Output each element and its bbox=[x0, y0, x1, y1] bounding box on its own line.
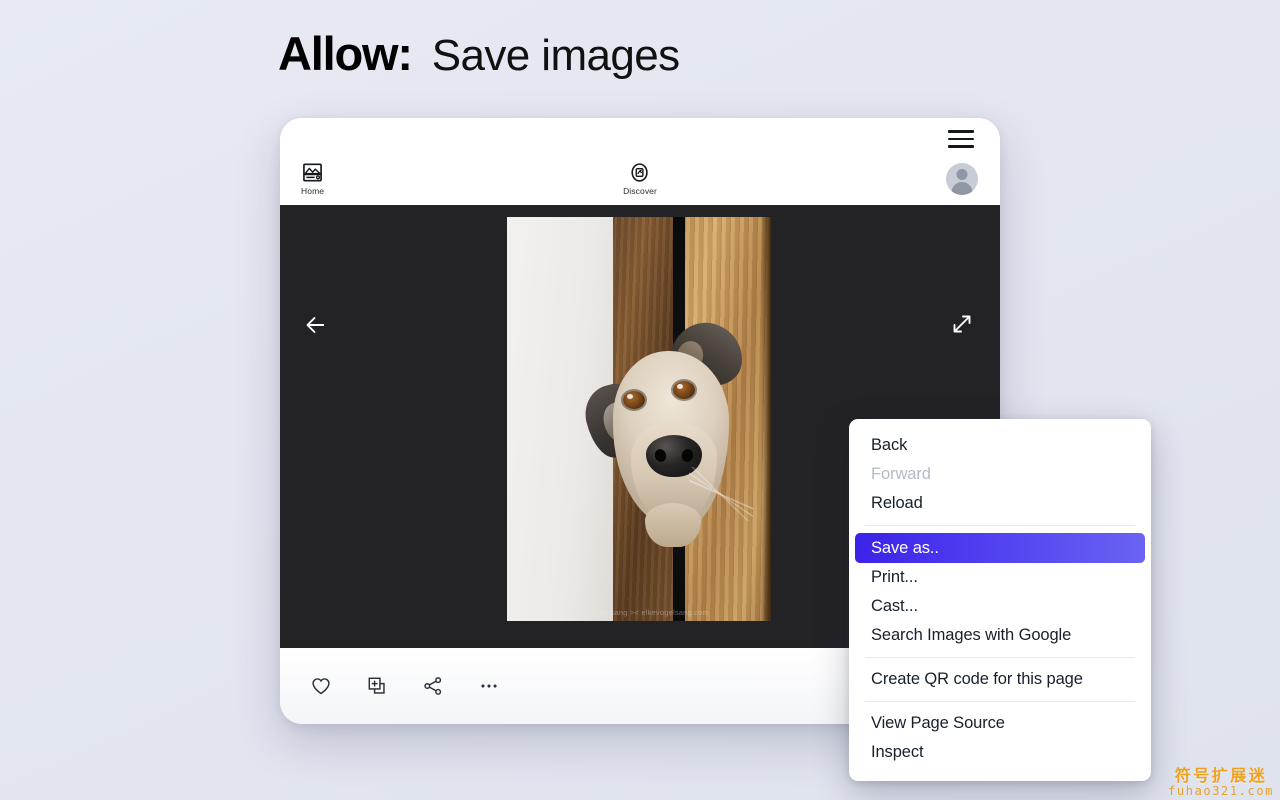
app-header: Home Discover bbox=[280, 118, 1000, 205]
site-watermark-en: fuhao321.com bbox=[1168, 785, 1274, 798]
dog-eye-right bbox=[673, 381, 695, 399]
gallery-landscape-icon bbox=[302, 162, 323, 183]
context-menu-item-save-as[interactable]: Save as.. bbox=[855, 533, 1145, 563]
share-icon bbox=[422, 675, 444, 697]
context-menu-item-back[interactable]: Back bbox=[855, 431, 1145, 460]
context-menu-separator bbox=[865, 525, 1135, 526]
heart-icon bbox=[310, 675, 332, 697]
arrow-left-icon[interactable] bbox=[304, 313, 328, 337]
page-title-prefix: Allow: bbox=[278, 30, 412, 77]
share-button[interactable] bbox=[418, 671, 448, 701]
page-title-rest: Save images bbox=[432, 34, 680, 78]
dog-eye-left bbox=[623, 391, 645, 409]
hamburger-line bbox=[948, 138, 974, 141]
nav-item-discover[interactable]: Discover bbox=[623, 162, 657, 196]
expand-diagonal-icon[interactable] bbox=[950, 312, 974, 336]
site-watermark: 符号扩展迷 fuhao321.com bbox=[1168, 769, 1274, 798]
context-menu-item-inspect[interactable]: Inspect bbox=[855, 738, 1145, 767]
site-watermark-cn: 符号扩展迷 bbox=[1168, 769, 1274, 786]
hamburger-menu-icon[interactable] bbox=[948, 130, 974, 148]
context-menu-item-search-images-with-google[interactable]: Search Images with Google bbox=[855, 621, 1145, 650]
photo-dog-in-doorway[interactable]: © elkevogelsang >< elkevogelsang.com bbox=[507, 217, 771, 621]
nav-item-label: Home bbox=[301, 186, 324, 196]
avatar[interactable] bbox=[946, 163, 978, 195]
context-menu-item-reload[interactable]: Reload bbox=[855, 489, 1145, 518]
context-menu-item-create-qr-code[interactable]: Create QR code for this page bbox=[855, 665, 1145, 694]
like-button[interactable] bbox=[306, 671, 336, 701]
dog-whiskers bbox=[689, 467, 753, 521]
context-menu: Back Forward Reload Save as.. Print... C… bbox=[849, 419, 1151, 781]
context-menu-item-forward: Forward bbox=[855, 460, 1145, 489]
context-menu-separator bbox=[865, 701, 1135, 702]
avatar-body bbox=[952, 182, 973, 195]
hamburger-line bbox=[948, 130, 974, 133]
more-button[interactable] bbox=[474, 671, 504, 701]
photo-right-shadow bbox=[761, 217, 771, 621]
add-to-collection-icon bbox=[366, 675, 388, 697]
nav-item-home[interactable]: Home bbox=[301, 162, 324, 196]
collect-button[interactable] bbox=[362, 671, 392, 701]
context-menu-item-cast[interactable]: Cast... bbox=[855, 592, 1145, 621]
nav-item-label: Discover bbox=[623, 186, 657, 196]
context-menu-item-view-page-source[interactable]: View Page Source bbox=[855, 709, 1145, 738]
context-menu-separator bbox=[865, 657, 1135, 658]
photo-dog bbox=[585, 317, 753, 537]
discover-circle-icon bbox=[630, 162, 651, 183]
context-menu-item-print[interactable]: Print... bbox=[855, 563, 1145, 592]
page-title: Allow: Save images bbox=[278, 30, 680, 78]
more-dots-icon bbox=[478, 675, 500, 697]
avatar-head bbox=[957, 169, 968, 180]
hamburger-line bbox=[948, 145, 974, 148]
